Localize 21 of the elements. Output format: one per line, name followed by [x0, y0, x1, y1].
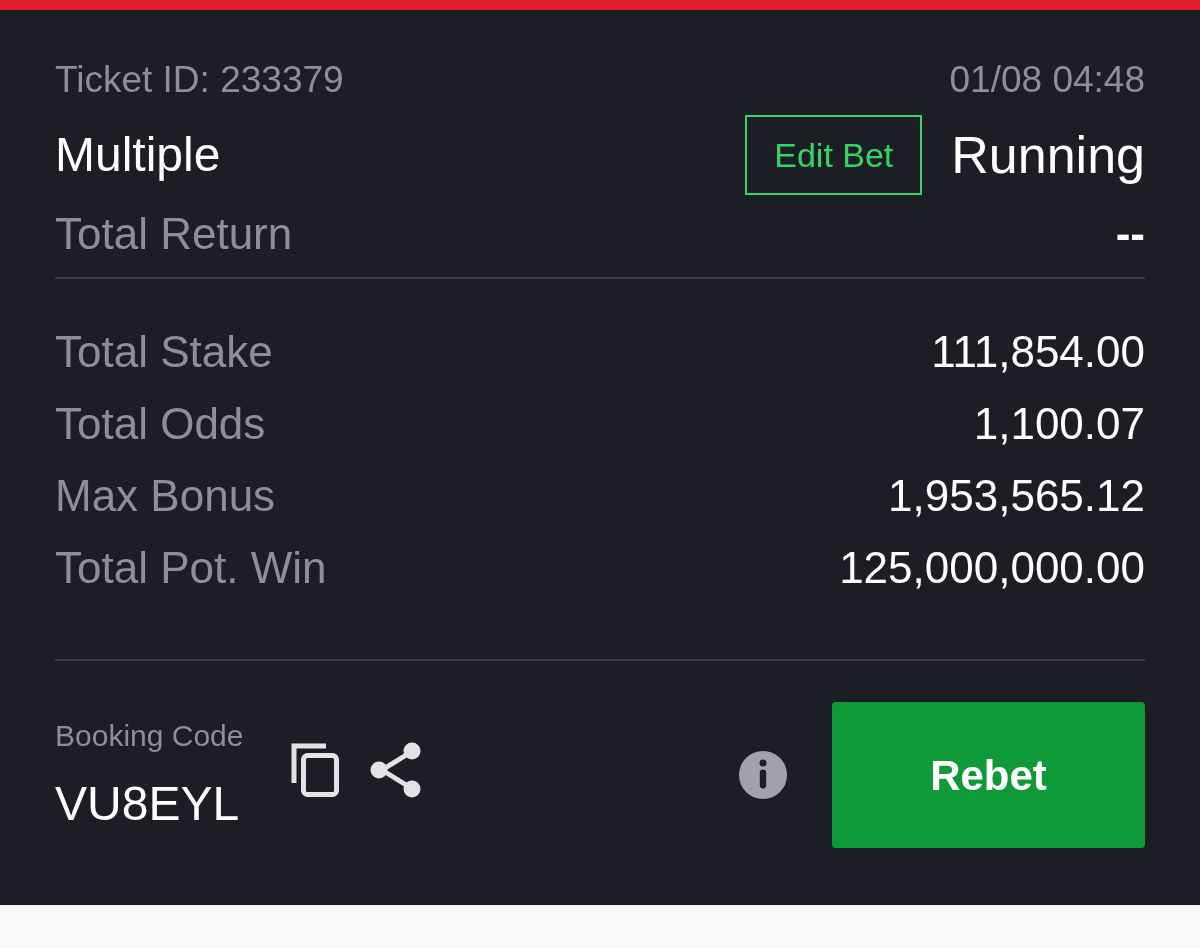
bet-type: Multiple: [55, 127, 221, 183]
booking-code-label: Booking Code: [55, 718, 244, 754]
summary-label: Total Stake: [55, 327, 273, 377]
total-return-label: Total Return: [55, 209, 293, 259]
copy-icon[interactable]: [291, 743, 340, 797]
bet-status: Running: [951, 125, 1145, 185]
summary-value: 1,100.07: [973, 399, 1145, 449]
summary-value: 1,953,565.12: [888, 471, 1145, 521]
info-icon[interactable]: [739, 751, 787, 799]
summary-label: Total Pot. Win: [55, 543, 327, 593]
booking-code: VU8EYL: [55, 776, 241, 832]
ticket-id: Ticket ID: 233379: [55, 58, 344, 102]
summary-value: 125,000,000.00: [839, 543, 1145, 593]
edit-bet-button[interactable]: Edit Bet: [745, 115, 923, 195]
summary-value: 111,854.00: [931, 327, 1145, 377]
ticket-datetime: 01/08 04:48: [949, 58, 1145, 102]
total-return-value: --: [1115, 209, 1145, 259]
summary-label: Max Bonus: [55, 471, 276, 521]
rebet-button[interactable]: Rebet: [832, 702, 1145, 848]
share-icon[interactable]: [370, 742, 422, 798]
summary-label: Total Odds: [55, 399, 266, 449]
